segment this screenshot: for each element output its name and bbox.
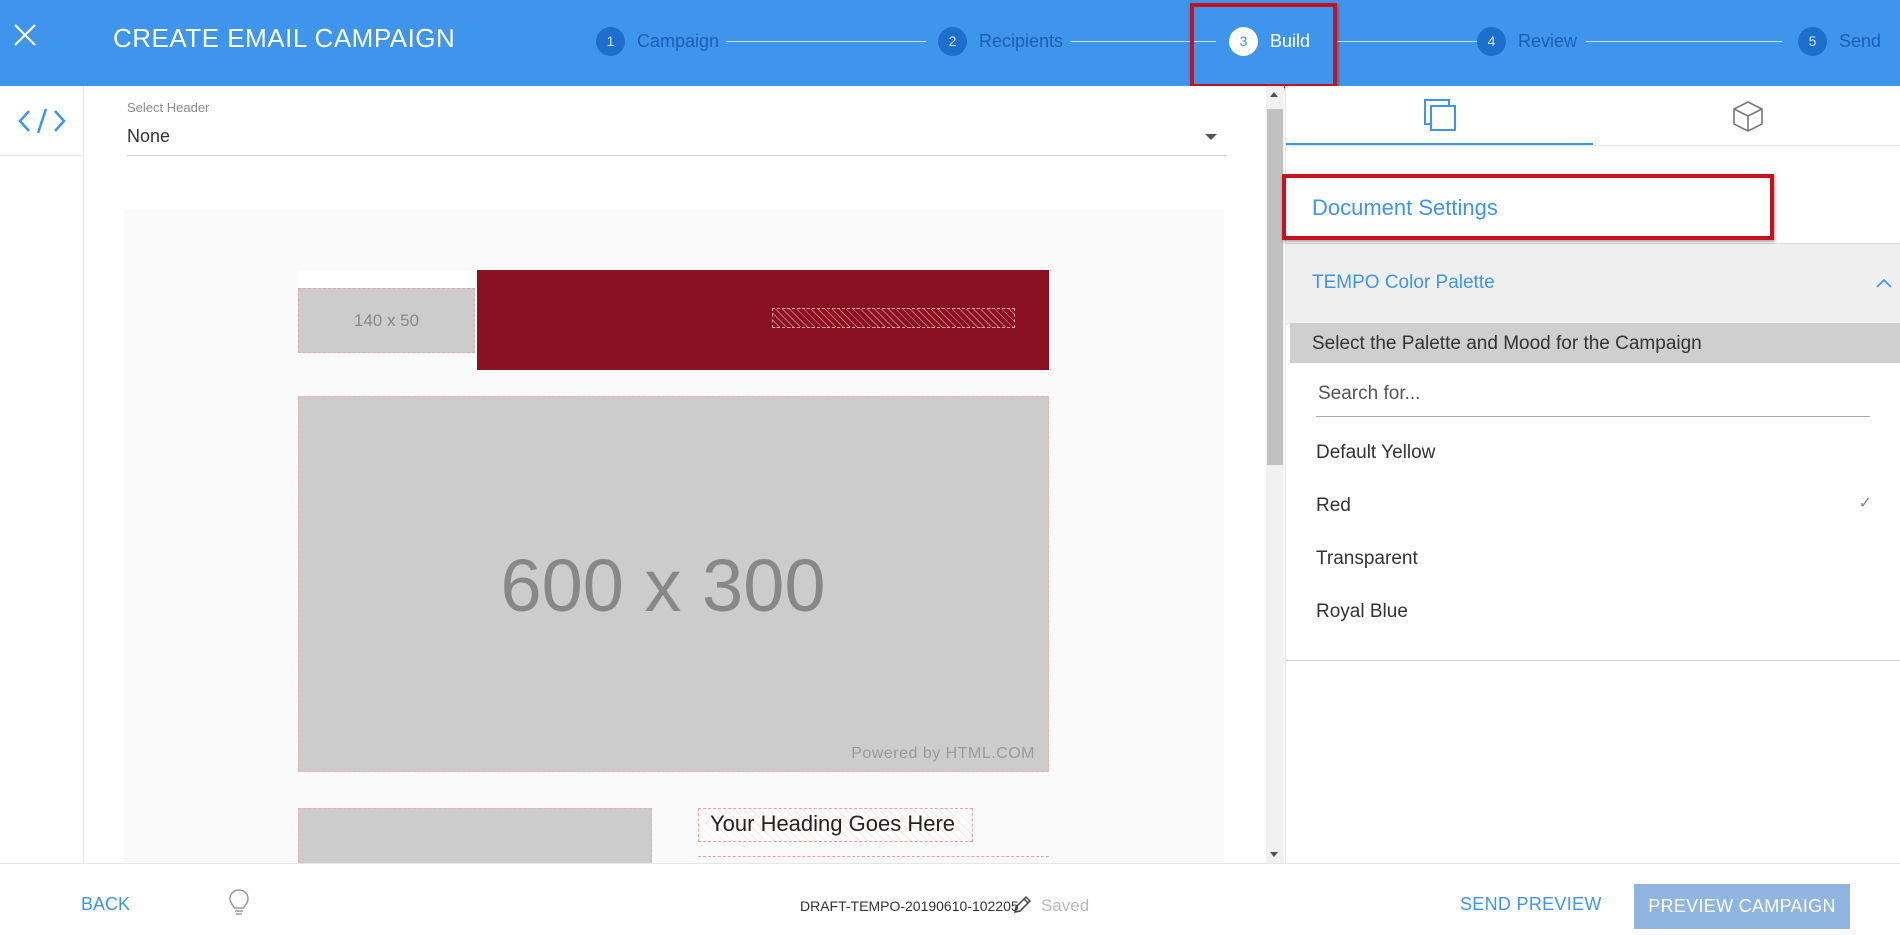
logo-placeholder: 140 x 50 xyxy=(298,288,475,353)
email-editor: Select Header None 140 x 50 600 x 300 Po… xyxy=(85,86,1268,863)
step-label: Review xyxy=(1518,30,1578,51)
close-icon[interactable] xyxy=(12,22,38,48)
option-label: Default Yellow xyxy=(1316,442,1436,463)
hero-image-placeholder[interactable]: 600 x 300 Powered by HTML.COM xyxy=(298,396,1049,772)
palette-option[interactable]: Royal Blue xyxy=(1316,589,1876,633)
palette-prompt: Select the Palette and Mood for the Camp… xyxy=(1312,333,1702,354)
tab-document-settings[interactable] xyxy=(1286,86,1593,145)
palette-search xyxy=(1316,374,1870,417)
header-banner[interactable] xyxy=(477,270,1049,370)
footer-bar: BACK DRAFT-TEMPO-20190610-102205 Saved S… xyxy=(0,863,1900,935)
color-palette-accordion[interactable]: TEMPO Color Palette xyxy=(1286,243,1900,325)
scroll-up-icon[interactable] xyxy=(1270,92,1278,97)
email-canvas: 140 x 50 600 x 300 Powered by HTML.COM Y… xyxy=(124,210,1224,863)
palette-option[interactable]: Default Yellow xyxy=(1316,430,1876,474)
code-view-button[interactable] xyxy=(0,86,84,156)
top-bar: CREATE EMAIL CAMPAIGN 1 Campaign 2 Recip… xyxy=(0,0,1900,86)
select-header-dropdown[interactable]: None xyxy=(127,116,1227,156)
chevron-up-icon[interactable] xyxy=(1875,274,1893,292)
step-label: Recipients xyxy=(979,30,1064,51)
step-connector xyxy=(726,41,926,42)
accordion-title: TEMPO Color Palette xyxy=(1312,272,1495,293)
tab-divider xyxy=(1286,145,1900,146)
check-icon: ✓ xyxy=(1858,495,1872,512)
palette-prompt-bar: Select the Palette and Mood for the Camp… xyxy=(1290,323,1900,363)
dropdown-caret-icon xyxy=(1205,134,1217,140)
step-number: 5 xyxy=(1798,26,1827,56)
send-preview-button[interactable]: SEND PREVIEW xyxy=(1460,894,1602,915)
lightbulb-icon[interactable] xyxy=(228,888,250,918)
step-recipients[interactable]: 2 Recipients xyxy=(938,24,1063,58)
left-rail xyxy=(0,86,84,863)
hero-dimensions: 600 x 300 xyxy=(500,544,826,627)
text-block-placeholder[interactable] xyxy=(698,856,1049,863)
cube-icon xyxy=(1732,100,1763,132)
palette-option[interactable]: Red ✓ xyxy=(1316,483,1876,527)
banner-text-placeholder[interactable] xyxy=(772,308,1015,328)
copy-icon xyxy=(1423,98,1456,131)
option-label: Red xyxy=(1316,495,1351,516)
panel-divider xyxy=(1286,660,1900,661)
option-label: Transparent xyxy=(1316,548,1418,569)
step-send[interactable]: 5 Send xyxy=(1798,24,1881,58)
preview-campaign-button[interactable]: PREVIEW CAMPAIGN xyxy=(1634,884,1850,929)
heading-placeholder[interactable]: Your Heading Goes Here xyxy=(698,808,973,842)
image-placeholder[interactable] xyxy=(298,808,652,863)
saved-status: Saved xyxy=(1041,896,1090,915)
step-review[interactable]: 4 Review xyxy=(1477,24,1577,58)
logo-block[interactable]: 140 x 50 xyxy=(298,270,475,353)
pencil-icon[interactable] xyxy=(1012,895,1032,915)
step-campaign[interactable]: 1 Campaign xyxy=(596,24,719,58)
select-header-label: Select Header xyxy=(127,100,210,115)
step-label: Campaign xyxy=(637,30,720,51)
tab-components[interactable] xyxy=(1594,86,1900,145)
step-connector xyxy=(1586,41,1782,42)
step-number: 4 xyxy=(1477,26,1506,56)
step-label: Send xyxy=(1839,30,1882,51)
highlight-box-build xyxy=(1190,3,1337,88)
option-label: Royal Blue xyxy=(1316,601,1408,622)
scrollbar-thumb[interactable] xyxy=(1267,109,1283,465)
palette-option[interactable]: Transparent xyxy=(1316,536,1876,580)
step-connector xyxy=(1336,41,1480,42)
code-icon xyxy=(18,108,66,133)
page-title: CREATE EMAIL CAMPAIGN xyxy=(113,23,456,53)
step-number: 2 xyxy=(938,26,967,56)
back-button[interactable]: BACK xyxy=(81,894,130,915)
highlight-box-document-settings xyxy=(1282,174,1774,240)
select-header-value: None xyxy=(127,126,171,146)
step-number: 1 xyxy=(596,26,625,56)
draft-name: DRAFT-TEMPO-20190610-102205 xyxy=(800,898,1019,914)
hero-credit: Powered by HTML.COM xyxy=(851,745,1035,762)
search-input[interactable] xyxy=(1316,374,1870,414)
scroll-down-icon[interactable] xyxy=(1270,852,1278,857)
